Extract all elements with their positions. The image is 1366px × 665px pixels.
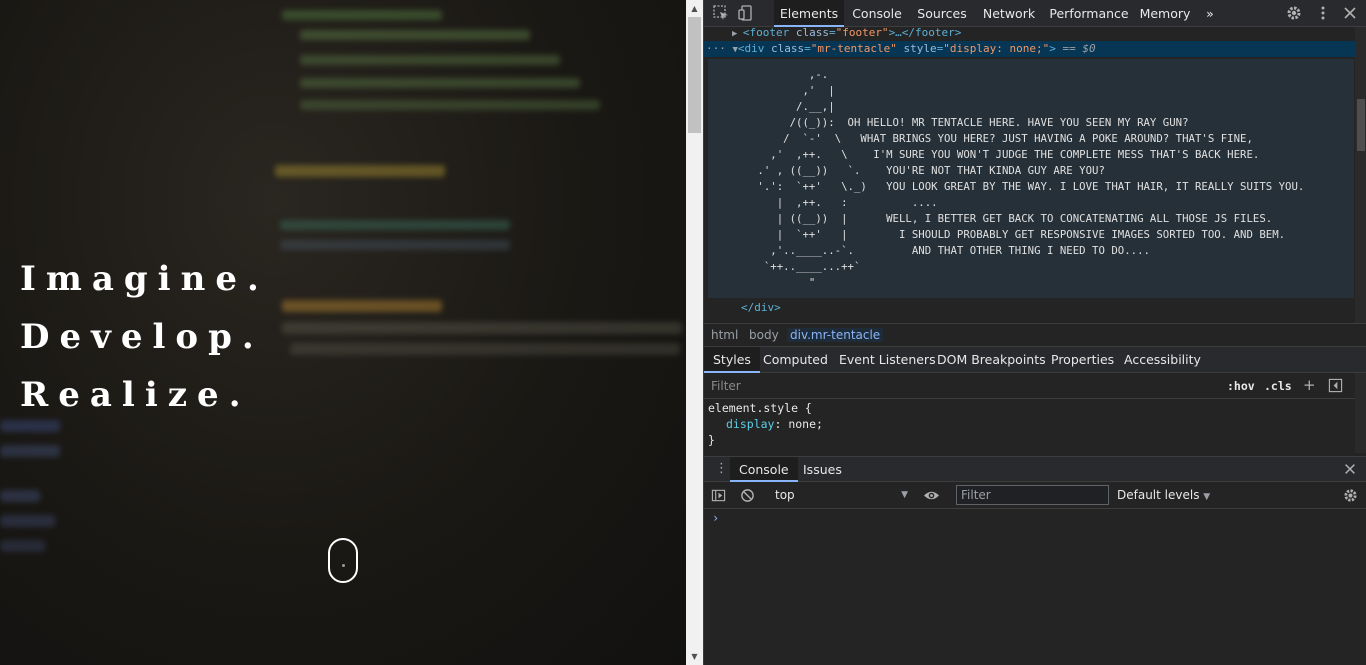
tab-elements[interactable]: Elements [774,0,844,27]
kebab-menu-icon[interactable] [1315,5,1331,21]
background-code-blur [282,10,442,20]
drawer-tab-issues[interactable]: Issues [803,457,842,482]
tab-event-listeners[interactable]: Event Listeners [839,347,936,373]
dropdown-caret-icon: ▼ [901,490,908,500]
scroll-mouse-icon[interactable] [328,538,358,583]
drawer-tabbar: ⋮ Console Issues [704,456,1366,482]
styles-scrollbar[interactable] [1355,373,1366,453]
context-select[interactable]: top ▼ [770,486,912,504]
close-devtools-icon[interactable] [1342,5,1358,21]
tab-network[interactable]: Network [978,0,1040,27]
drawer-tab-console[interactable]: Console [730,457,798,482]
console-prompt: › [712,511,720,525]
background-code-blur [300,30,530,40]
expand-arrow-icon[interactable]: ▶ [732,29,743,39]
hero-line-realize: Realize. [20,375,251,415]
dom-tree: ▶ <footer class="footer">…</footer> ··· … [704,27,1366,323]
background-code-blur [0,445,60,457]
drawer-menu-icon[interactable]: ⋮ [715,462,728,475]
dom-tree-scrollbar[interactable] [1355,27,1366,323]
page-scrollbar-thumb[interactable] [688,17,701,133]
styles-filter-input[interactable]: Filter [711,379,741,393]
tab-styles[interactable]: Styles [704,347,760,373]
new-style-rule-icon[interactable]: + [1303,378,1316,393]
page-scrollbar[interactable]: ▲ ▼ [686,0,703,665]
show-sidebar-icon[interactable] [711,488,726,503]
background-code-blur [300,55,560,65]
dom-node-footer[interactable]: ▶ <footer class="footer">…</footer> [732,27,1366,41]
dom-node-mr-tentacle-selected[interactable]: ··· ▼<div class="mr-tentacle" style="dis… [704,41,1355,57]
background-code-blur [282,322,682,334]
tab-properties[interactable]: Properties [1051,347,1114,373]
scroll-down-arrow-icon[interactable]: ▼ [686,648,703,665]
background-code-blur [275,165,445,177]
background-code-blur [280,220,510,230]
tab-accessibility[interactable]: Accessibility [1124,347,1201,373]
tab-sources[interactable]: Sources [912,0,972,27]
background-code-blur [0,490,40,502]
element-style-declaration[interactable]: display: none; [726,417,823,431]
hero-line-imagine: Imagine. [20,259,269,299]
breadcrumb-div-mr-tentacle[interactable]: div.mr-tentacle [787,328,884,342]
devtools-panel: Elements Console Sources Network Perform… [703,0,1366,665]
webpage-viewport: Imagine. Develop. Realize. [0,0,686,665]
breadcrumb-body[interactable]: body [749,328,779,342]
cls-toggle[interactable]: .cls [1264,379,1292,393]
hero-line-develop: Develop. [20,317,264,357]
element-style-selector: element.style { [708,401,812,415]
breadcrumb-html[interactable]: html [711,328,738,342]
devtools-tabbar: Elements Console Sources Network Perform… [704,0,1366,27]
styles-pane: element.style { display: none; } [704,399,1354,453]
inspect-element-icon[interactable] [713,5,729,21]
settings-gear-icon[interactable] [1286,5,1302,21]
tab-console[interactable]: Console [846,0,908,27]
background-code-blur [290,343,680,355]
live-expression-eye-icon[interactable] [923,488,940,503]
scroll-up-arrow-icon[interactable]: ▲ [686,0,703,17]
selected-node-marker: == $0 [1062,42,1096,55]
background-code-blur [280,240,510,250]
log-levels-dropdown[interactable]: Default levels ▼ [1117,488,1210,502]
background-code-blur [300,100,600,110]
breadcrumb: html body div.mr-tentacle [704,323,1366,347]
tab-memory[interactable]: Memory [1137,0,1193,27]
tab-dom-breakpoints[interactable]: DOM Breakpoints [937,347,1046,373]
styles-filter-bar: Filter :hov .cls + [704,373,1366,399]
toggle-sidebar-icon[interactable] [1328,378,1343,393]
device-toolbar-icon[interactable] [738,5,754,21]
close-drawer-icon[interactable] [1343,462,1357,476]
console-filter-input[interactable]: Filter [956,485,1109,505]
background-code-blur [300,78,580,88]
dom-tree-scrollbar-thumb[interactable] [1357,99,1365,151]
console-settings-gear-icon[interactable] [1343,488,1358,503]
tab-computed[interactable]: Computed [763,347,828,373]
styles-subtabs: Styles Computed Event Listeners DOM Brea… [704,347,1366,373]
element-style-close: } [708,433,715,447]
tab-performance[interactable]: Performance [1048,0,1130,27]
console-toolbar: top ▼ Filter Default levels ▼ [704,482,1366,509]
hov-toggle[interactable]: :hov [1227,379,1255,393]
more-tabs-icon[interactable]: » [1201,0,1219,27]
hero-heading: Imagine. Develop. Realize. [20,250,269,424]
console-output[interactable]: › [704,509,1366,665]
background-code-blur [282,300,442,312]
background-code-blur [0,540,45,552]
dropdown-caret-icon: ▼ [1203,492,1211,502]
background-code-blur [0,515,55,527]
clear-console-icon[interactable] [740,488,755,503]
dom-node-div-close: </div> [741,301,781,314]
mr-tentacle-ascii-art: ,-. ,' | /.__,| /((_)): OH HELLO! MR TEN… [757,68,1305,289]
